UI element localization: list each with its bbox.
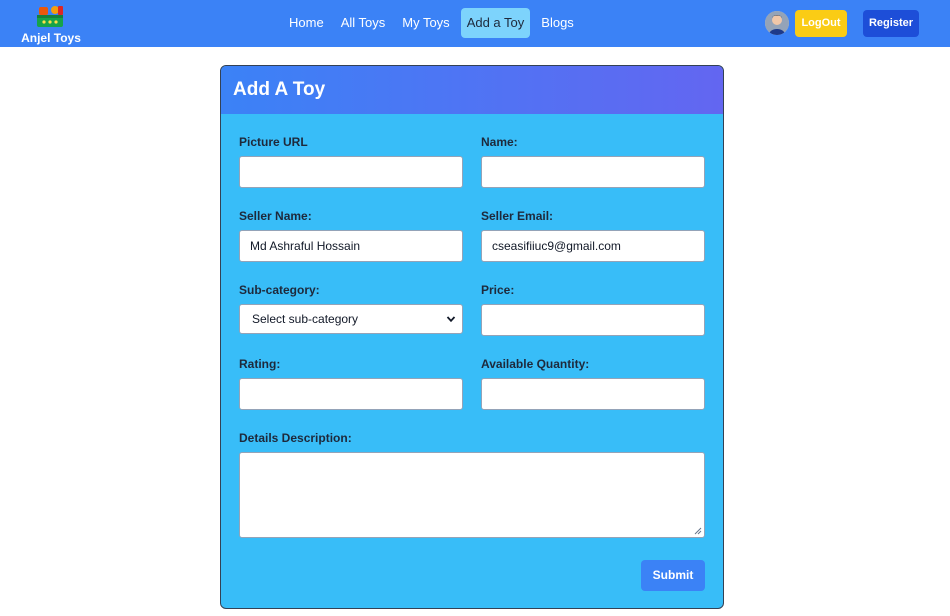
price-input[interactable] (481, 304, 705, 336)
name-label: Name: (481, 135, 518, 149)
card-header: Add A Toy (221, 66, 723, 114)
available-quantity-input[interactable] (481, 378, 705, 410)
picture-url-input[interactable] (239, 156, 463, 188)
sub-category-selected: Select sub-category (252, 312, 359, 326)
rating-input[interactable] (239, 378, 463, 410)
chevron-down-icon (446, 316, 456, 323)
toy-basket-icon (37, 6, 63, 27)
details-description-label: Details Description: (239, 431, 352, 445)
user-avatar-icon (765, 11, 789, 35)
picture-url-label: Picture URL (239, 135, 308, 149)
nav-link-add-a-toy[interactable]: Add a Toy (460, 8, 531, 38)
add-toy-card: Add A Toy Picture URL Name: Seller Name:… (220, 65, 724, 609)
brand[interactable]: Anjel Toys (20, 3, 81, 45)
seller-email-label: Seller Email: (481, 209, 554, 223)
seller-email-input[interactable]: cseasifiiuc9@gmail.com (481, 230, 705, 262)
price-label: Price: (481, 283, 515, 297)
seller-name-label: Seller Name: (239, 209, 312, 223)
nav-link-my-toys[interactable]: My Toys (396, 8, 455, 38)
available-quantity-label: Available Quantity: (481, 357, 590, 371)
register-button[interactable]: Register (863, 10, 919, 37)
sub-category-label: Sub-category: (239, 283, 320, 297)
name-input[interactable] (481, 156, 705, 188)
rating-label: Rating: (239, 357, 281, 371)
logout-button[interactable]: LogOut (795, 10, 847, 37)
resize-grip-icon[interactable] (694, 527, 702, 535)
nav-link-all-toys[interactable]: All Toys (335, 8, 392, 38)
sub-category-select[interactable]: Select sub-category (239, 304, 463, 334)
navbar: Anjel Toys Home All Toys My Toys Add a T… (0, 0, 950, 47)
brand-name: Anjel Toys (21, 31, 81, 45)
seller-name-input[interactable]: Md Ashraful Hossain (239, 230, 463, 262)
user-avatar[interactable] (765, 11, 789, 35)
nav-link-blogs[interactable]: Blogs (535, 8, 580, 38)
nav-link-home[interactable]: Home (283, 8, 330, 38)
submit-button[interactable]: Submit (641, 560, 705, 591)
nav-links: Home All Toys My Toys Add a Toy Blogs (283, 8, 585, 38)
page-title: Add A Toy (233, 79, 326, 100)
details-description-textarea[interactable] (239, 452, 705, 538)
